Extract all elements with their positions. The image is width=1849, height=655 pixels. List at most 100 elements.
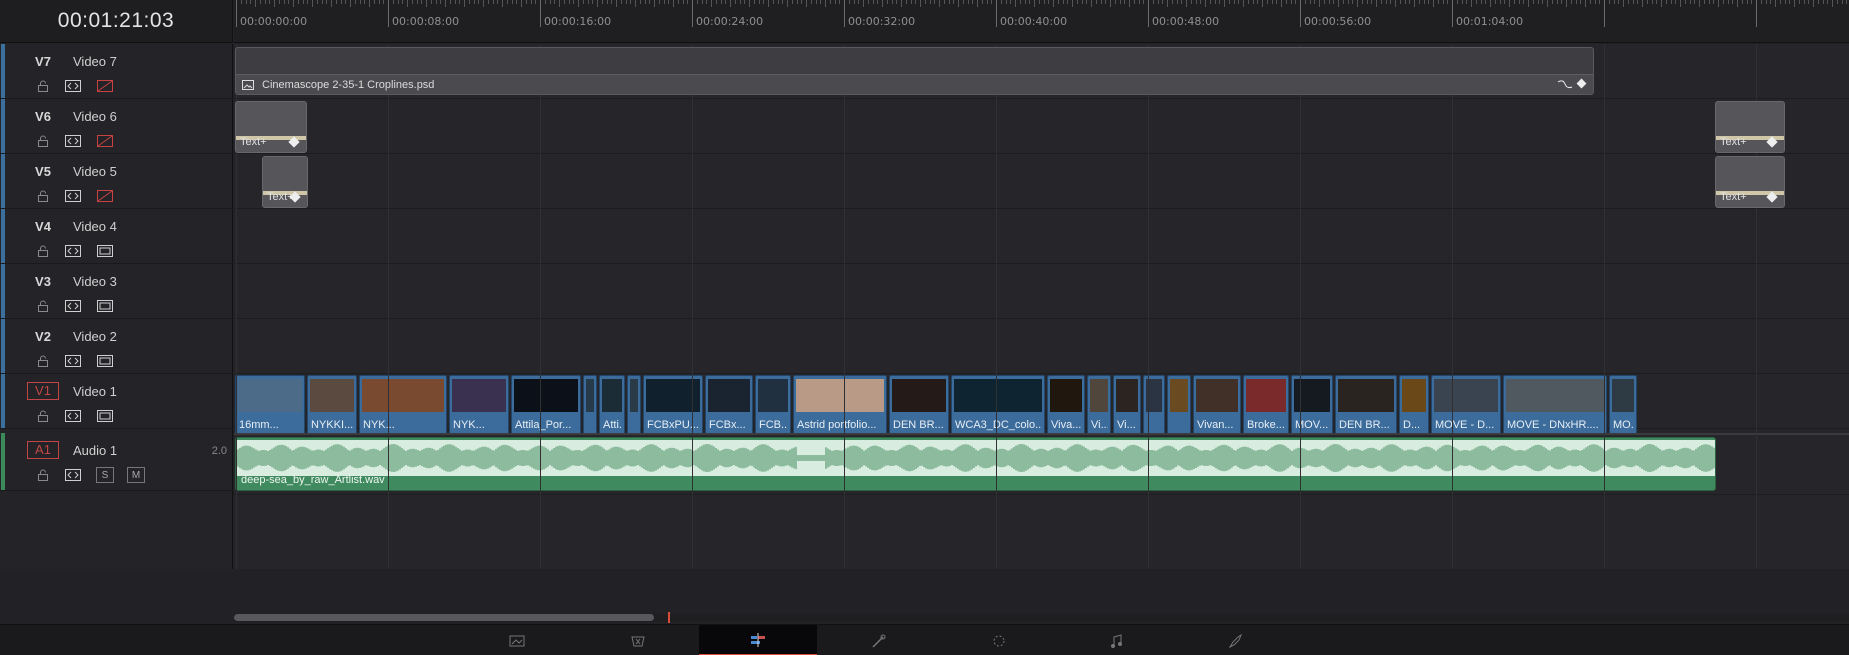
playhead-marker[interactable] (668, 612, 670, 623)
clip-audio[interactable]: deep-sea_by_raw_Artlist.wav (235, 437, 1716, 491)
track-destination-v7[interactable]: V7 (27, 54, 59, 69)
clip-video[interactable]: 16mm... (235, 375, 305, 435)
lock-track-button[interactable] (34, 467, 52, 483)
clip-video[interactable]: NYK... (359, 375, 447, 435)
track-header-v3[interactable]: V3 Video 3 (0, 264, 233, 319)
track-name-label[interactable]: Video 2 (73, 329, 117, 344)
track-monitor-button[interactable] (96, 78, 114, 94)
clip-video[interactable]: DEN BR... (1335, 375, 1397, 435)
clip-video[interactable]: MOVE - D... (1431, 375, 1501, 435)
page-deliver-button[interactable] (1176, 625, 1294, 655)
clip-text-plus[interactable]: Text+ (1715, 101, 1785, 153)
track-header-v1[interactable]: V1 Video 1 (0, 374, 233, 429)
lock-track-button[interactable] (34, 133, 52, 149)
track-name-label[interactable]: Video 6 (73, 109, 117, 124)
auto-select-button[interactable] (64, 467, 82, 483)
track-lane-v4[interactable] (234, 209, 1849, 264)
auto-select-button[interactable] (64, 298, 82, 314)
clip-video[interactable] (1143, 375, 1165, 435)
clip-video[interactable]: MO... (1609, 375, 1637, 435)
track-destination-v4[interactable]: V4 (27, 219, 59, 234)
track-destination-v6[interactable]: V6 (27, 109, 59, 124)
track-monitor-button[interactable] (96, 408, 114, 424)
page-fusion-button[interactable] (820, 625, 938, 655)
clip-video[interactable]: MOV... (1291, 375, 1333, 435)
track-destination-v2[interactable]: V2 (27, 329, 59, 344)
clip-video[interactable]: Viva... (1047, 375, 1085, 435)
track-monitor-button[interactable] (96, 298, 114, 314)
track-name-label[interactable]: Video 4 (73, 219, 117, 234)
page-media-button[interactable] (458, 625, 576, 655)
clip-video[interactable] (1167, 375, 1191, 435)
page-fairlight-button[interactable] (1058, 625, 1176, 655)
track-header-v4[interactable]: V4 Video 4 (0, 209, 233, 264)
track-header-v5[interactable]: V5 Video 5 (0, 154, 233, 209)
track-monitor-button[interactable] (96, 243, 114, 259)
track-name-label[interactable]: Video 7 (73, 54, 117, 69)
track-lane-v1[interactable]: 16mm... NYKKI... NYK... NYK... Attila_Por...… (234, 374, 1849, 435)
track-name-label[interactable]: Video 3 (73, 274, 117, 289)
clip-video[interactable]: FCBx... (705, 375, 753, 435)
timecode-display[interactable]: 00:01:21:03 (0, 0, 233, 43)
lock-track-button[interactable] (34, 78, 52, 94)
solo-button[interactable]: S (96, 467, 114, 483)
track-lane-v3[interactable] (234, 264, 1849, 319)
clip-video[interactable]: Atti... (599, 375, 625, 435)
lock-track-button[interactable] (34, 188, 52, 204)
track-name-label[interactable]: Audio 1 (73, 443, 117, 458)
clip-video[interactable]: Broke... (1243, 375, 1289, 435)
auto-select-button[interactable] (64, 243, 82, 259)
page-color-button[interactable] (940, 625, 1058, 655)
clip-video[interactable]: NYKKI... (307, 375, 357, 435)
track-destination-v3[interactable]: V3 (27, 274, 59, 289)
lock-track-button[interactable] (34, 353, 52, 369)
lock-track-button[interactable] (34, 298, 52, 314)
lock-track-button[interactable] (34, 243, 52, 259)
clip-cinemascope-overlay[interactable]: Cinemascope 2-35-1 Croplines.psd (235, 47, 1594, 95)
auto-select-button[interactable] (64, 408, 82, 424)
clip-video[interactable]: FCBxPU... (643, 375, 703, 435)
auto-select-button[interactable] (64, 353, 82, 369)
clip-video[interactable]: Vi... (1087, 375, 1111, 435)
track-monitor-button[interactable] (96, 188, 114, 204)
clip-video[interactable]: DEN BR... (889, 375, 949, 435)
auto-select-button[interactable] (64, 78, 82, 94)
timeline-tracks-area[interactable]: 16mm... NYKKI... NYK... NYK... Attila_Por...… (234, 44, 1849, 569)
track-header-v2[interactable]: V2 Video 2 (0, 319, 233, 374)
clip-video[interactable]: NYK... (449, 375, 509, 435)
clip-video[interactable]: MOVE - DNxHR.... (1503, 375, 1607, 435)
track-lane-v6[interactable] (234, 99, 1849, 154)
clip-text-plus[interactable]: Text+ (1715, 156, 1785, 208)
keyframe-curve-icon[interactable] (1557, 78, 1587, 90)
track-name-label[interactable]: Video 5 (73, 164, 117, 179)
clip-video[interactable] (627, 375, 641, 435)
track-header-v7[interactable]: V7 Video 7 (0, 44, 233, 99)
clip-text-plus[interactable]: Text+ (262, 156, 308, 208)
track-header-a1[interactable]: A1 Audio 1 2.0 S M (0, 433, 233, 491)
auto-select-button[interactable] (64, 188, 82, 204)
track-destination-a1[interactable]: A1 (27, 441, 59, 459)
track-monitor-button[interactable] (96, 133, 114, 149)
track-lane-v2[interactable] (234, 319, 1849, 374)
clip-video[interactable] (583, 375, 597, 435)
clip-video[interactable]: WCA3_DC_colo... (951, 375, 1045, 435)
clip-video[interactable]: D... (1399, 375, 1429, 435)
clip-video[interactable]: FCB... (755, 375, 791, 435)
page-edit-button[interactable] (699, 625, 817, 655)
auto-select-button[interactable] (64, 133, 82, 149)
track-lane-v5[interactable] (234, 154, 1849, 209)
timeline-ruler[interactable]: 00:00:00:00 00:00:08:00 00:00:16:00 00:00:2… (234, 0, 1849, 43)
clip-video[interactable]: Vivan... (1193, 375, 1241, 435)
page-cut-button[interactable] (580, 625, 698, 655)
track-monitor-button[interactable] (96, 353, 114, 369)
lock-track-button[interactable] (34, 408, 52, 424)
track-destination-v5[interactable]: V5 (27, 164, 59, 179)
clip-video[interactable]: Astrid portfolio... (793, 375, 887, 435)
clip-video[interactable]: Vi... (1113, 375, 1141, 435)
track-lane-a1[interactable]: deep-sea_by_raw_Artlist.wav (234, 433, 1849, 495)
track-header-v6[interactable]: V6 Video 6 (0, 99, 233, 154)
track-destination-v1[interactable]: V1 (27, 382, 59, 400)
horizontal-scrollbar-thumb[interactable] (234, 614, 654, 621)
clip-text-plus[interactable]: Text+ (235, 101, 307, 153)
track-name-label[interactable]: Video 1 (73, 384, 117, 399)
